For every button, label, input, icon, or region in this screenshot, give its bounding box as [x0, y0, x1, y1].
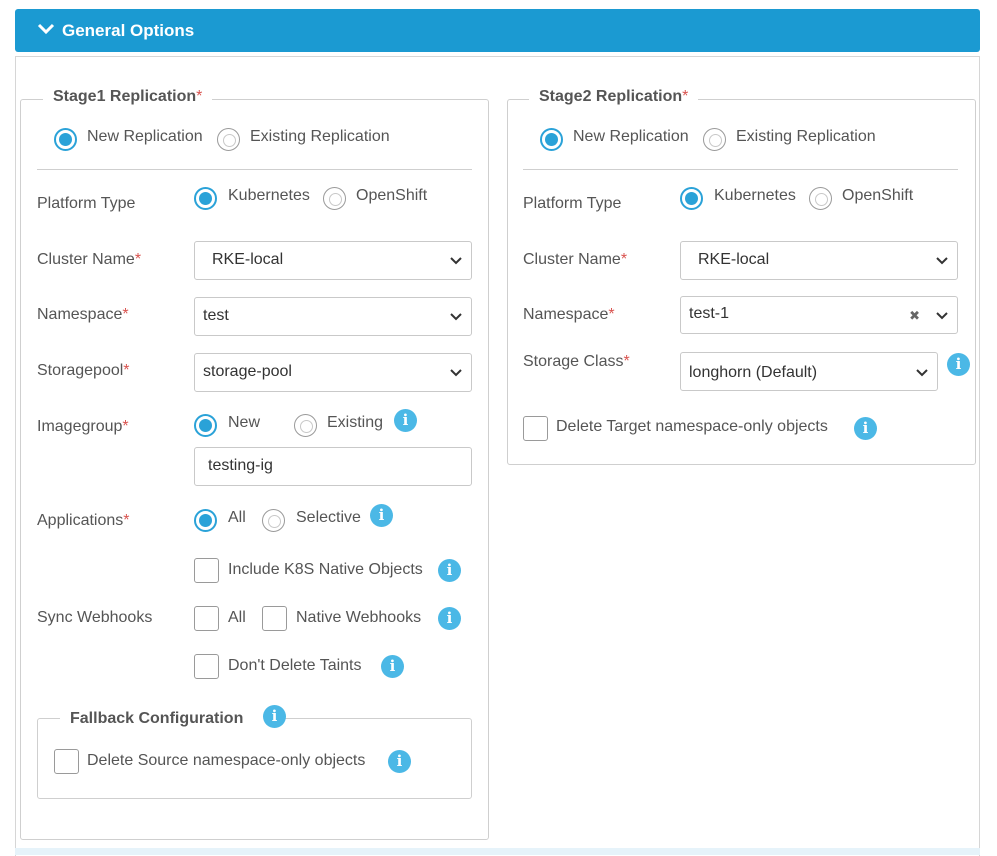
- info-icon[interactable]: i: [381, 655, 404, 678]
- info-icon[interactable]: i: [438, 559, 461, 582]
- stage2-legend: Stage2 Replication*: [529, 88, 699, 106]
- stage1-imagegroup-new-label: New: [228, 414, 261, 431]
- stage2-existing-replication-label: Existing Replication: [736, 128, 876, 145]
- stage1-existing-replication-radio[interactable]: [217, 128, 240, 151]
- info-icon[interactable]: i: [947, 353, 970, 376]
- chevron-down-icon: [936, 312, 948, 320]
- stage1-kubernetes-radio[interactable]: [194, 187, 217, 210]
- stage2-existing-replication-radio[interactable]: [703, 128, 726, 151]
- stage1-imagegroup-new-radio[interactable]: [194, 414, 217, 437]
- info-icon[interactable]: i: [854, 417, 877, 440]
- stage1-storagepool-select[interactable]: storage-pool: [194, 353, 472, 392]
- stage1-platform-label: Platform Type: [37, 195, 136, 212]
- stage2-kubernetes-label: Kubernetes: [714, 187, 796, 204]
- stage1-imagegroup-existing-label: Existing: [327, 414, 384, 431]
- chevron-down-icon: [450, 257, 462, 265]
- stage2-storage-class-label: Storage Class*: [523, 353, 630, 370]
- chevron-down-icon: [450, 369, 462, 377]
- fallback-delete-source-checkbox[interactable]: [54, 749, 79, 774]
- stage1-include-k8s-checkbox[interactable]: [194, 558, 219, 583]
- stage1-applications-selective-label: Selective: [296, 509, 361, 526]
- stage2-storage-class-value: longhorn (Default): [689, 364, 818, 381]
- chevron-down-icon: [37, 23, 55, 35]
- stage1-kubernetes-label: Kubernetes: [228, 187, 310, 204]
- stage2-delete-target-label: Delete Target namespace-only objects: [556, 418, 828, 435]
- stage1-sync-webhooks-label: Sync Webhooks: [37, 609, 153, 626]
- stage1-legend: Stage1 Replication*: [43, 88, 213, 106]
- stage1-storagepool-value: storage-pool: [203, 363, 292, 380]
- stage2-namespace-select[interactable]: test-1 ✖: [680, 296, 958, 334]
- stage1-cluster-value: RKE-local: [212, 251, 284, 268]
- info-icon[interactable]: i: [438, 607, 461, 630]
- stage1-cluster-select[interactable]: RKE-local: [194, 241, 472, 280]
- chevron-down-icon: [936, 257, 948, 265]
- stage1-namespace-select[interactable]: test: [194, 297, 472, 336]
- stage1-storagepool-label: Storagepool*: [37, 362, 130, 379]
- stage1-new-replication-radio[interactable]: [54, 128, 77, 151]
- stage2-namespace-label: Namespace*: [523, 306, 615, 323]
- section-title: General Options: [62, 21, 195, 40]
- stage2-openshift-label: OpenShift: [842, 187, 914, 204]
- stage1-applications-selective-radio[interactable]: [262, 509, 285, 532]
- stage2-fieldset: [507, 99, 976, 465]
- stage1-new-replication-label: New Replication: [87, 128, 203, 145]
- general-options-header[interactable]: General Options: [15, 9, 980, 52]
- stage1-include-k8s-label: Include K8S Native Objects: [228, 561, 423, 578]
- stage2-new-replication-radio[interactable]: [540, 128, 563, 151]
- info-icon[interactable]: i: [388, 750, 411, 773]
- fallback-delete-source-label: Delete Source namespace-only objects: [87, 752, 366, 769]
- chevron-down-icon: [916, 369, 928, 377]
- stage1-cluster-label: Cluster Name*: [37, 251, 142, 268]
- stage2-cluster-select[interactable]: RKE-local: [680, 241, 958, 280]
- info-icon[interactable]: i: [394, 409, 417, 432]
- chevron-down-icon: [450, 313, 462, 321]
- info-icon[interactable]: i: [263, 705, 286, 728]
- stage2-divider: [523, 169, 958, 170]
- stage2-openshift-radio[interactable]: [809, 187, 832, 210]
- stage1-applications-label: Applications*: [37, 512, 130, 529]
- stage1-imagegroup-input[interactable]: testing-ig: [194, 447, 472, 486]
- stage2-delete-target-checkbox[interactable]: [523, 416, 548, 441]
- stage1-native-webhooks-label: Native Webhooks: [296, 609, 422, 626]
- stage1-namespace-value: test: [203, 307, 229, 324]
- stage2-cluster-label: Cluster Name*: [523, 251, 628, 268]
- stage1-openshift-radio[interactable]: [323, 187, 346, 210]
- stage2-platform-label: Platform Type: [523, 195, 622, 212]
- stage1-webhooks-all-label: All: [228, 609, 246, 626]
- stage1-imagegroup-value: testing-ig: [208, 457, 273, 474]
- stage1-webhooks-all-checkbox[interactable]: [194, 606, 219, 631]
- stage1-applications-all-radio[interactable]: [194, 509, 217, 532]
- stage1-divider: [37, 169, 472, 170]
- stage1-namespace-label: Namespace*: [37, 306, 129, 323]
- stage1-applications-all-label: All: [228, 509, 246, 526]
- fallback-legend: Fallback Configuration: [60, 710, 284, 728]
- info-icon[interactable]: i: [370, 504, 393, 527]
- stage1-dont-delete-taints-checkbox[interactable]: [194, 654, 219, 679]
- stage1-openshift-label: OpenShift: [356, 187, 428, 204]
- stage2-new-replication-label: New Replication: [573, 128, 689, 145]
- stage1-dont-delete-taints-label: Don't Delete Taints: [228, 657, 362, 674]
- stage1-imagegroup-existing-radio[interactable]: [294, 414, 317, 437]
- stage2-storage-class-select[interactable]: longhorn (Default): [680, 352, 938, 391]
- bottom-strip: [15, 848, 980, 855]
- stage1-existing-replication-label: Existing Replication: [250, 128, 390, 145]
- stage1-native-webhooks-checkbox[interactable]: [262, 606, 287, 631]
- stage2-namespace-value: test-1: [689, 305, 730, 322]
- stage2-kubernetes-radio[interactable]: [680, 187, 703, 210]
- clear-icon[interactable]: ✖: [909, 308, 920, 324]
- stage2-cluster-value: RKE-local: [698, 251, 770, 268]
- stage1-imagegroup-label: Imagegroup*: [37, 418, 129, 435]
